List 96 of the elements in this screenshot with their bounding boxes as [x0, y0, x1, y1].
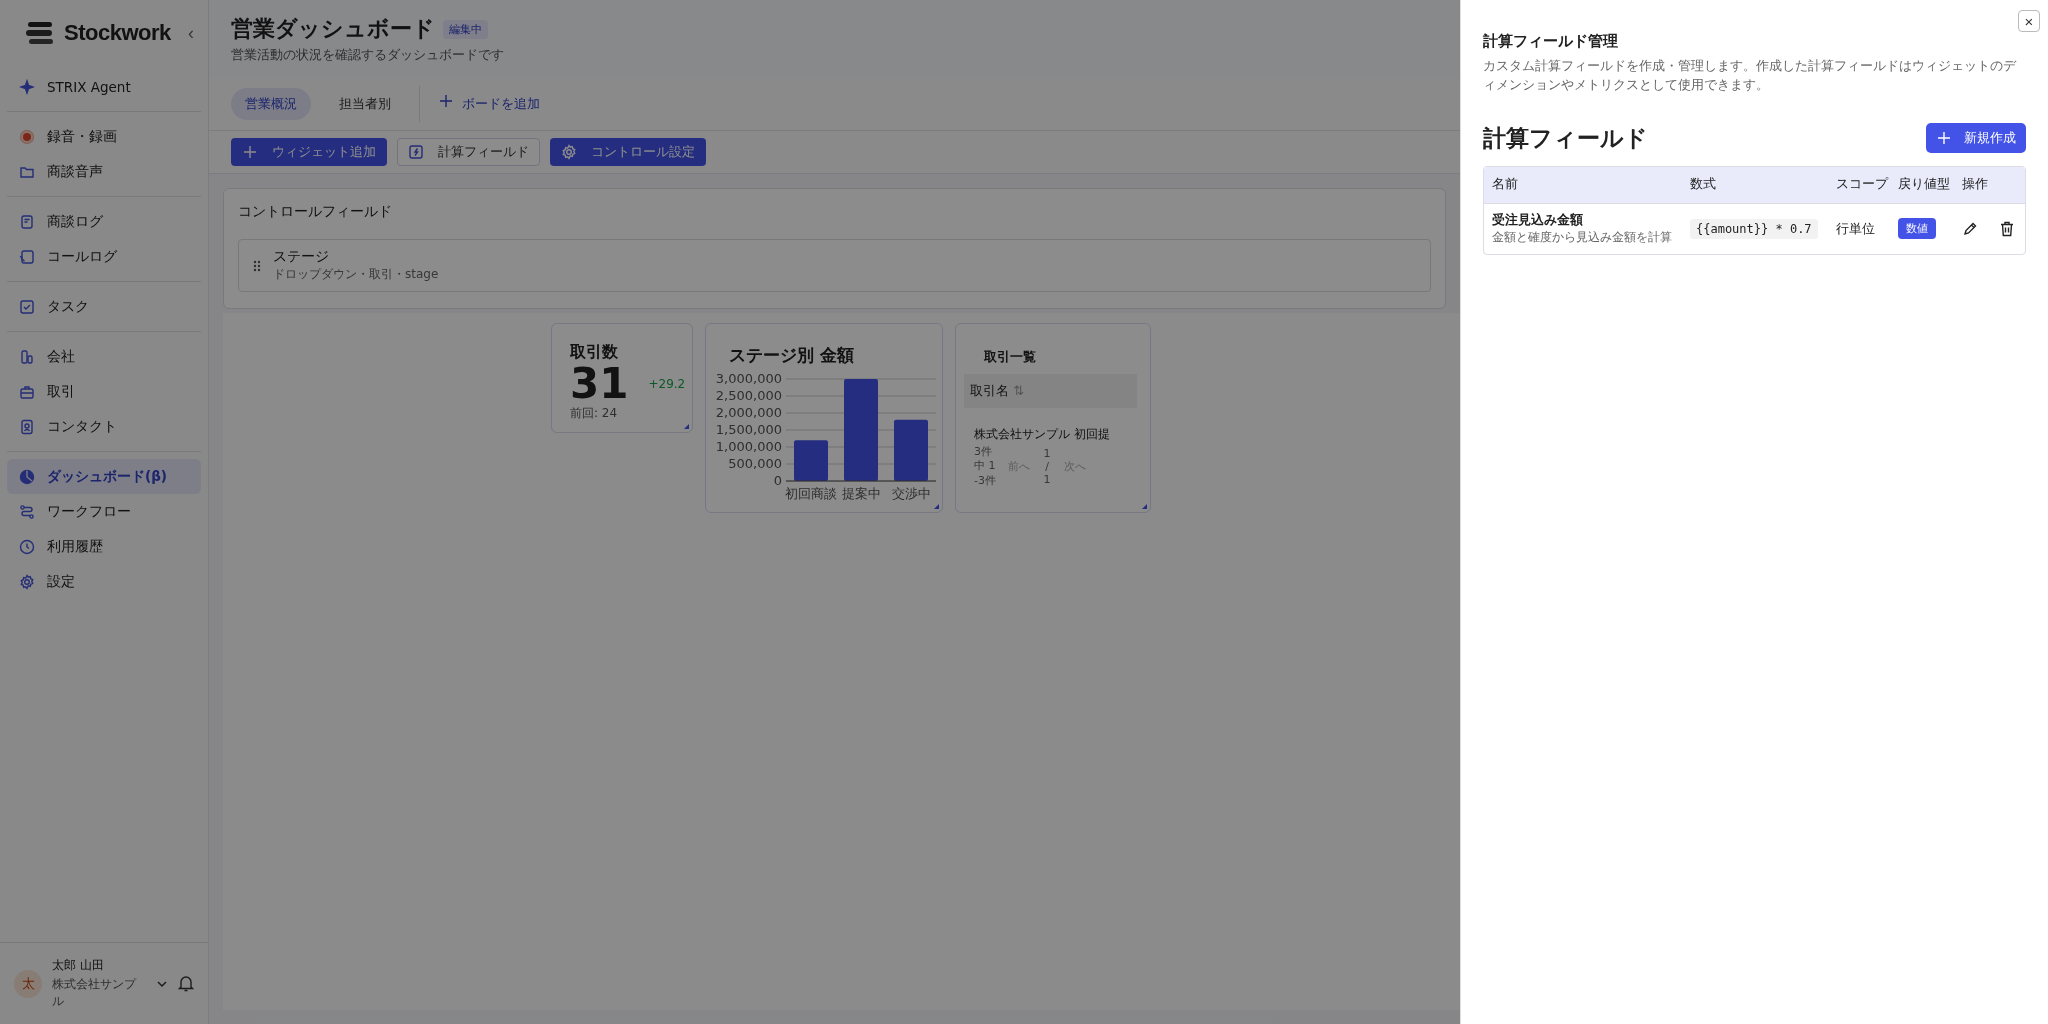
- sidebar-item[interactable]: 商談ログ: [7, 204, 201, 239]
- plus-icon: [242, 144, 258, 160]
- panel-description: カスタム計算フィールドを作成・管理します。作成した計算フィールドはウィジェットのディメンションやメトリクスとして使用できます。: [1483, 57, 2018, 94]
- bar: [794, 440, 828, 481]
- board-tab[interactable]: 担当者別: [325, 88, 405, 120]
- sidebar-item[interactable]: ワークフロー: [7, 494, 201, 529]
- panel-title: 計算フィールド管理: [1483, 32, 1619, 51]
- category-label: 提案中: [841, 486, 881, 501]
- drag-handle-icon[interactable]: [253, 259, 261, 272]
- column-header: スコープ: [1836, 176, 1890, 193]
- toolbar-button[interactable]: コントロール設定: [550, 138, 706, 166]
- collapse-button[interactable]: ‹: [184, 22, 198, 44]
- axis-tick-label: 3,000,000: [716, 371, 782, 386]
- edit-icon[interactable]: [1962, 220, 1978, 237]
- sidebar-item[interactable]: 取引: [7, 374, 201, 409]
- record-count: 3件中 1-3件: [974, 445, 996, 488]
- page-title: 営業ダッシュボード: [231, 15, 435, 43]
- axis-tick-label: 2,500,000: [716, 388, 782, 403]
- field-name: ステージ: [273, 248, 330, 266]
- avatar: 太: [14, 969, 42, 998]
- field-description: 金額と確度から見込み金額を計算: [1492, 228, 1673, 246]
- contact-icon: [19, 418, 35, 435]
- axis-tick-label: 500,000: [728, 456, 782, 471]
- logo-text: Stockwork: [64, 20, 171, 46]
- doc-icon: [19, 213, 35, 230]
- widget-title: ステージ別 金額: [728, 344, 855, 367]
- sidebar-item[interactable]: 録音・録画: [7, 119, 201, 154]
- resize-handle[interactable]: [1142, 504, 1147, 509]
- column-header: 戻り値型: [1898, 176, 1951, 193]
- sidebar-item[interactable]: 利用履歴: [7, 529, 201, 564]
- pie-icon: [19, 468, 35, 485]
- formula-code: {{amount}} * 0.7: [1690, 218, 1818, 239]
- gear-icon: [19, 573, 35, 590]
- sparkle-icon: [19, 78, 35, 95]
- column-header: 名前: [1492, 176, 1519, 193]
- board-tab[interactable]: 営業概況: [231, 88, 311, 120]
- status-badge: 編集中: [443, 19, 488, 39]
- clock-icon: [19, 538, 35, 555]
- toolbar-button[interactable]: 計算フィールド: [397, 138, 540, 166]
- sidebar-item[interactable]: ダッシュボード(β): [7, 459, 201, 494]
- resize-handle[interactable]: [934, 504, 939, 509]
- control-field-item[interactable]: ステージ ドロップダウン・取引・stage: [238, 239, 1431, 292]
- section-title: コントロールフィールド: [238, 203, 393, 221]
- axis-tick-label: 1,500,000: [716, 422, 782, 437]
- new-button[interactable]: 新規作成: [1926, 123, 2026, 153]
- change-value: +29.2: [648, 377, 686, 391]
- category-label: 交渉中: [891, 486, 931, 501]
- sidebar-item[interactable]: 商談音声: [7, 154, 201, 189]
- company-name: 株式会社サンプル: [52, 976, 138, 1010]
- toolbar-button[interactable]: ウィジェット追加: [231, 138, 387, 166]
- flow-icon: [19, 503, 35, 520]
- widget-title: 取引数: [570, 342, 619, 363]
- resize-handle[interactable]: [684, 424, 689, 429]
- bell-icon[interactable]: [178, 975, 194, 992]
- rec-icon: [19, 128, 35, 145]
- column-header[interactable]: 取引名 ⇅: [964, 374, 1137, 408]
- chevron-down-icon[interactable]: [156, 979, 168, 988]
- plus-icon: [440, 95, 452, 107]
- logo-icon: [26, 21, 56, 45]
- phone-icon: [19, 248, 35, 265]
- sidebar-item[interactable]: タスク: [7, 289, 201, 324]
- building-icon: [19, 348, 35, 365]
- axis-tick-label: 1,000,000: [716, 439, 782, 454]
- user-name: 太郎 山田: [52, 957, 105, 974]
- table-cell-text: 株式会社サンプル 初回提: [974, 426, 1111, 443]
- category-label: 初回商談: [785, 486, 837, 501]
- sidebar-item[interactable]: コンタクト: [7, 409, 201, 444]
- gear-icon: [561, 144, 577, 160]
- delete-icon[interactable]: [2000, 220, 2014, 237]
- kpi-widget[interactable]: 取引数 31 +29.2 前回: 24: [551, 323, 693, 433]
- page-subtitle: 営業活動の状況を確認するダッシュボードです: [231, 46, 505, 64]
- sidebar-item[interactable]: コールログ: [7, 239, 201, 274]
- kpi-value: 31: [570, 363, 629, 405]
- sidebar-item[interactable]: 設定: [7, 564, 201, 599]
- field-meta: ドロップダウン・取引・stage: [273, 266, 439, 283]
- widget-title: 取引一覧: [983, 348, 1037, 366]
- case-icon: [19, 383, 35, 400]
- section-heading: 計算フィールド: [1483, 123, 1648, 153]
- table-cell-text: 行単位: [1836, 219, 1876, 238]
- type-badge: 数値: [1898, 218, 1936, 239]
- sidebar-item[interactable]: 会社: [7, 339, 201, 374]
- sidebar-item[interactable]: STRIX Agent: [7, 69, 201, 104]
- axis-tick-label: 0: [773, 473, 782, 488]
- plus-icon: [1938, 132, 1950, 144]
- add-board-button[interactable]: ボードを追加: [434, 94, 546, 114]
- close-button[interactable]: ×: [2018, 10, 2040, 32]
- chart-widget[interactable]: ステージ別 金額 0 500,000 1,000,000 1,500,000 2,000,000 2,500,000 3,000,000 初回商談 提案中 交渉中: [705, 323, 943, 513]
- bar: [894, 419, 928, 481]
- page-indicator: 1 / 1: [1042, 446, 1052, 486]
- previous-value: 前回: 24: [570, 405, 619, 422]
- function-icon: [408, 144, 424, 160]
- column-header: 操作: [1962, 176, 1989, 193]
- field-name: 受注見込み金額: [1492, 211, 1584, 229]
- axis-tick-label: 2,000,000: [716, 405, 782, 420]
- column-header: 数式: [1690, 176, 1717, 193]
- check-icon: [19, 298, 35, 315]
